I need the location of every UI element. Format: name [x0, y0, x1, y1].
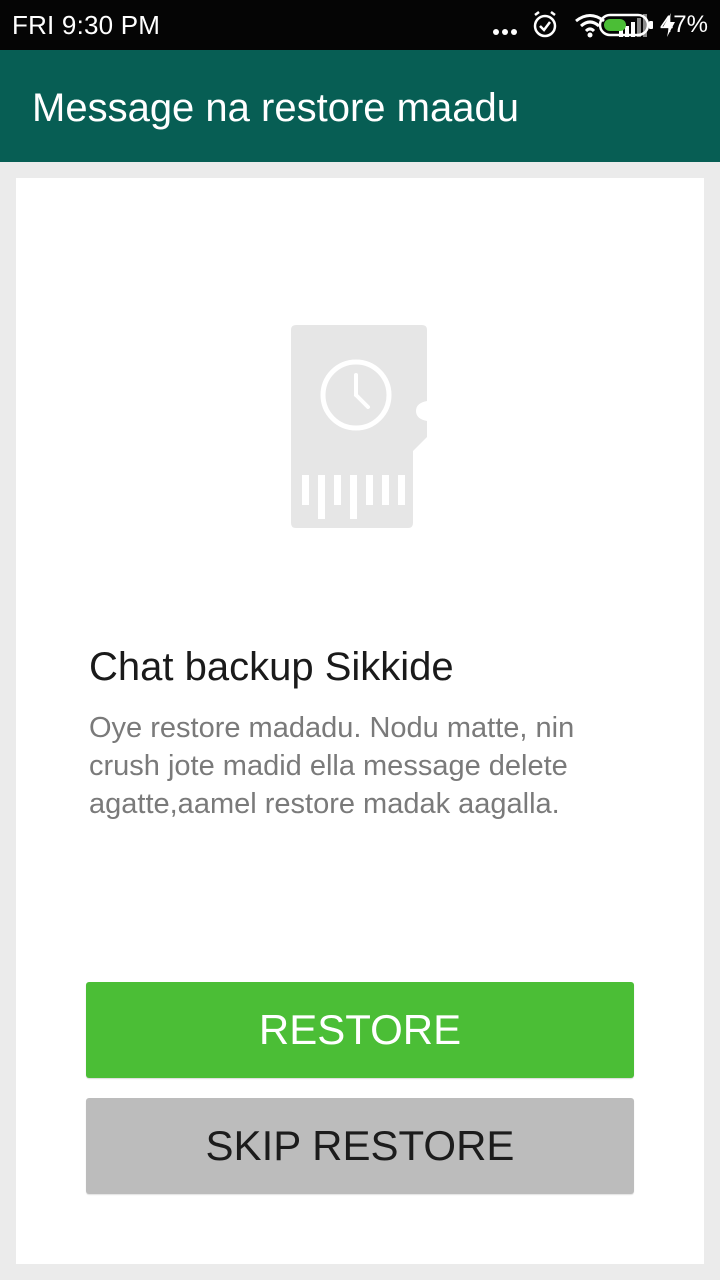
battery-icon	[598, 13, 653, 37]
restore-card: Chat backup Sikkide Oye restore madadu. …	[16, 178, 704, 1264]
alarm-clock-icon	[533, 11, 557, 38]
backup-found-heading: Chat backup Sikkide	[89, 645, 454, 689]
backup-description: Oye restore madadu. Nodu matte, nin crus…	[89, 712, 575, 820]
restore-button[interactable]: RESTORE	[86, 982, 634, 1078]
app-bar: Message na restore maadu	[0, 50, 720, 162]
battery-percent: 47%	[659, 11, 708, 38]
more-dots-icon	[493, 29, 517, 35]
status-time: FRI 9:30 PM	[12, 10, 161, 40]
page-title: Message na restore maadu	[32, 86, 519, 130]
skip-restore-button[interactable]: SKIP RESTORE	[86, 1098, 634, 1194]
status-bar: FRI 9:30 PM 47%	[0, 0, 720, 50]
sd-card-clock-icon	[291, 325, 427, 528]
